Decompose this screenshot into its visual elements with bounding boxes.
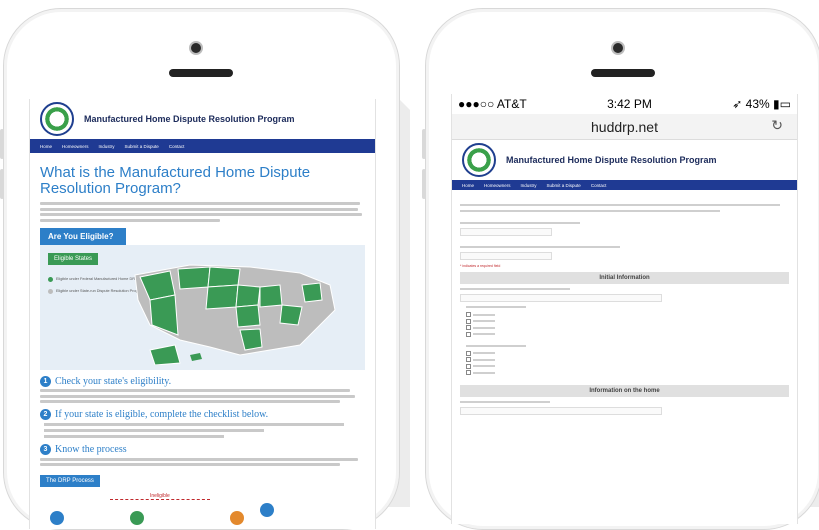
- step-text: [40, 400, 340, 403]
- battery-icon: ▮▭: [773, 97, 791, 111]
- step-title: Check your state's eligibility.: [55, 375, 172, 387]
- how-did-you-hear-field[interactable]: [460, 228, 552, 236]
- site-header: Manufactured Home Dispute Resolution Pro…: [30, 99, 375, 139]
- camera-icon: [611, 41, 625, 55]
- checklist-item: [44, 423, 344, 426]
- nav-item-industry[interactable]: Industry: [99, 144, 115, 149]
- volume-button: [422, 129, 426, 159]
- checklist-item: [44, 435, 224, 438]
- nav-item-industry[interactable]: Industry: [521, 183, 537, 188]
- speaker-grille: [591, 69, 655, 77]
- nav-item-submit[interactable]: Submit a Dispute: [547, 183, 581, 188]
- step-3: 3 Know the process: [40, 444, 365, 455]
- nav-item-submit[interactable]: Submit a Dispute: [125, 144, 159, 149]
- legend-federal: Eligible under Federal Manufactured Home…: [48, 276, 137, 282]
- volume-button: [0, 169, 4, 199]
- drp-node-icon: [230, 510, 244, 525]
- drp-node-icon: [130, 510, 144, 525]
- nav-item-home[interactable]: Home: [40, 144, 52, 149]
- status-bar: ●●●○○ AT&T 3:42 PM ➶ 43% ▮▭: [452, 94, 797, 114]
- field-label: [466, 306, 526, 308]
- nav-item-home[interactable]: Home: [462, 183, 474, 188]
- hud-seal-logo[interactable]: [40, 102, 74, 136]
- form-intro-text: [460, 204, 780, 206]
- checkbox-option[interactable]: [466, 363, 783, 369]
- nav-bar: Home Homeowners Industry Submit a Disput…: [30, 139, 375, 153]
- form-intro-text: [460, 210, 720, 212]
- camera-icon: [189, 41, 203, 55]
- drp-node-icon: [260, 502, 274, 517]
- eligible-states-button[interactable]: Eligible States: [48, 252, 99, 265]
- eligible-banner: Are You Eligible?: [40, 227, 126, 245]
- section-header-initial: Initial Information: [460, 272, 789, 284]
- site-title: Manufactured Home Dispute Resolution Pro…: [506, 155, 717, 165]
- step-text: [40, 457, 358, 461]
- step-text: [40, 389, 350, 392]
- required-note: * indicates a required field: [460, 264, 501, 268]
- intro-text: [40, 213, 362, 216]
- eligibility-map: Eligible States Eligible under Federal M…: [40, 244, 365, 370]
- nav-item-homeowners[interactable]: Homeowners: [484, 183, 511, 188]
- field-label: [460, 222, 580, 224]
- clock: 3:42 PM: [607, 97, 652, 111]
- field-label: [460, 401, 550, 403]
- field-label: [460, 246, 620, 248]
- checkbox-option[interactable]: [466, 350, 783, 356]
- us-map: [134, 263, 336, 365]
- person-name-field[interactable]: [460, 294, 662, 302]
- drp-node-icon: [50, 510, 64, 525]
- site-title: Manufactured Home Dispute Resolution Pro…: [84, 114, 295, 124]
- step-number: 2: [40, 409, 51, 420]
- drp-process-chart: Ineligible: [30, 493, 375, 525]
- volume-button: [422, 169, 426, 199]
- nav-bar: Home Homeowners Industry Submit a Disput…: [452, 180, 797, 190]
- step-number: 3: [40, 444, 51, 455]
- checkbox-option[interactable]: [466, 318, 783, 324]
- step-title: Know the process: [55, 444, 127, 455]
- battery-status: ➶ 43% ▮▭: [732, 97, 791, 111]
- nav-item-contact[interactable]: Contact: [169, 144, 185, 149]
- page-heading: What is the Manufactured Home Dispute Re…: [40, 164, 311, 197]
- speaker-grille: [169, 69, 233, 77]
- field-label: [466, 344, 526, 347]
- nav-item-homeowners[interactable]: Homeowners: [62, 144, 89, 149]
- phone-left: Manufactured Home Dispute Resolution Pro…: [0, 8, 400, 530]
- intro-text: [40, 207, 358, 211]
- url-text: huddrp.net: [591, 118, 658, 135]
- step-2: 2 If your state is eligible, complete the…: [40, 409, 365, 420]
- url-bar[interactable]: huddrp.net ↻: [452, 114, 797, 140]
- checkbox-option[interactable]: [466, 357, 783, 362]
- reload-icon[interactable]: ↻: [771, 117, 783, 134]
- prior-process-field[interactable]: [460, 252, 552, 260]
- step-title: If your state is eligible, complete the …: [55, 409, 269, 420]
- checkbox-option[interactable]: [466, 312, 783, 317]
- location-icon: ➶: [732, 97, 743, 111]
- checkbox-option[interactable]: [466, 370, 783, 375]
- intro-text: [40, 218, 220, 222]
- drp-process-label: The DRP Process: [40, 474, 100, 487]
- screen-right[interactable]: ●●●○○ AT&T 3:42 PM ➶ 43% ▮▭ huddrp.net ↻…: [451, 94, 798, 524]
- carrier-signal: ●●●○○ AT&T: [458, 97, 527, 111]
- checkbox-option[interactable]: [466, 331, 783, 337]
- step-1: 1 Check your state's eligibility.: [40, 375, 365, 387]
- screen-left[interactable]: Manufactured Home Dispute Resolution Pro…: [29, 99, 376, 529]
- drp-arrow: [110, 498, 210, 501]
- volume-button: [0, 129, 4, 159]
- home-address-field[interactable]: [460, 407, 662, 415]
- hud-seal-logo[interactable]: [462, 143, 496, 177]
- site-header: Manufactured Home Dispute Resolution Pro…: [452, 140, 797, 180]
- step-text: [40, 394, 355, 398]
- nav-item-contact[interactable]: Contact: [591, 183, 607, 188]
- phone-right: ●●●○○ AT&T 3:42 PM ➶ 43% ▮▭ huddrp.net ↻…: [422, 8, 819, 530]
- step-number: 1: [40, 375, 51, 387]
- checklist-item: [44, 429, 264, 432]
- field-label: [460, 288, 570, 290]
- intro-text: [40, 202, 360, 205]
- step-text: [40, 463, 340, 466]
- checkbox-option[interactable]: [466, 325, 783, 330]
- section-header-home: Information on the home: [460, 385, 789, 397]
